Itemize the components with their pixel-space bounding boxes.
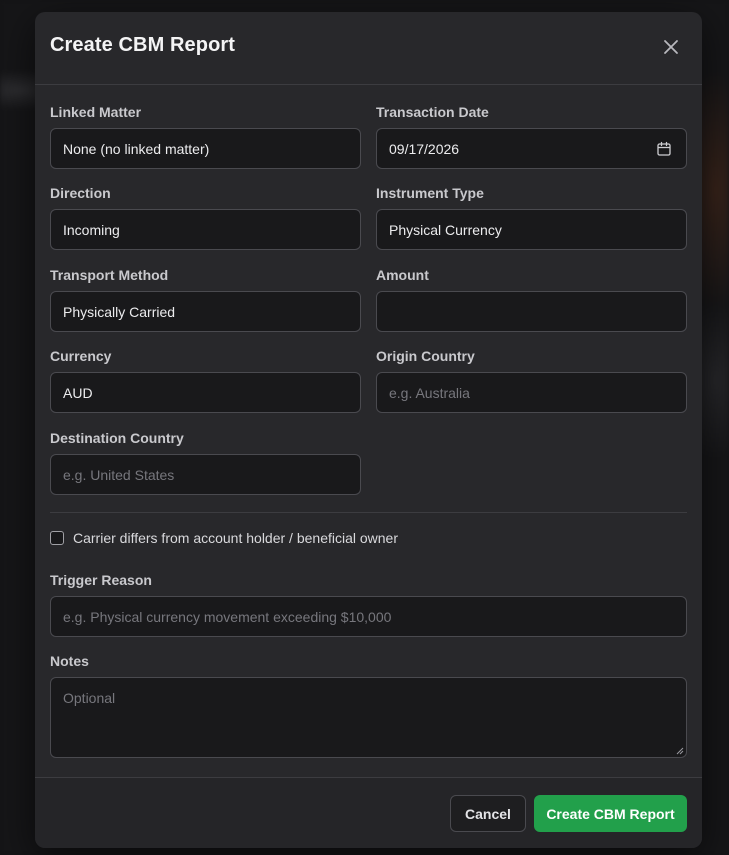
trigger-reason-placeholder: e.g. Physical currency movement exceedin… [63,608,392,625]
transport-method-field: Transport Method Physically Carried [50,267,361,332]
notes-field: Notes Optional [50,653,687,758]
instrument-type-select[interactable]: Physical Currency [376,209,687,250]
linked-matter-value: None (no linked matter) [63,140,210,157]
linked-matter-field: Linked Matter None (no linked matter) [50,104,361,169]
cancel-button[interactable]: Cancel [450,795,526,832]
amount-input[interactable] [376,291,687,332]
resize-grip-icon[interactable] [676,747,684,755]
transaction-date-field: Transaction Date 09/17/2026 [376,104,687,169]
currency-select[interactable]: AUD [50,372,361,413]
create-cbm-report-button[interactable]: Create CBM Report [534,795,687,832]
origin-country-label: Origin Country [376,348,475,364]
direction-field: Direction Incoming [50,185,361,250]
trigger-reason-label: Trigger Reason [50,572,152,588]
instrument-type-label: Instrument Type [376,185,484,201]
carrier-differs-label[interactable]: Carrier differs from account holder / be… [73,530,398,546]
currency-label: Currency [50,348,112,364]
transport-method-value: Physically Carried [63,303,176,320]
close-button[interactable] [658,34,684,60]
destination-country-field: Destination Country e.g. United States [50,430,361,495]
create-cbm-report-dialog: Create CBM Report Linked Matter None (no… [35,12,702,848]
notes-placeholder: Optional [63,690,116,706]
carrier-differs-checkbox[interactable] [50,531,64,545]
transaction-date-input[interactable]: 09/17/2026 [376,128,687,169]
notes-textarea[interactable]: Optional [50,677,687,758]
direction-select[interactable]: Incoming [50,209,361,250]
destination-country-label: Destination Country [50,430,184,446]
origin-country-placeholder: e.g. Australia [389,384,470,401]
origin-country-input[interactable]: e.g. Australia [376,372,687,413]
dialog-title: Create CBM Report [50,34,236,56]
instrument-type-value: Physical Currency [389,221,502,238]
linked-matter-select[interactable]: None (no linked matter) [50,128,361,169]
linked-matter-label: Linked Matter [50,104,142,120]
currency-value: AUD [63,384,93,401]
notes-label: Notes [50,653,89,669]
direction-value: Incoming [63,221,120,238]
currency-field: Currency AUD [50,348,361,413]
calendar-icon[interactable] [656,141,672,157]
destination-country-input[interactable]: e.g. United States [50,454,361,495]
transaction-date-value: 09/17/2026 [389,140,460,157]
direction-label: Direction [50,185,111,201]
dialog-header: Create CBM Report [35,12,702,85]
section-divider [50,512,687,513]
destination-country-placeholder: e.g. United States [63,466,175,483]
origin-country-field: Origin Country e.g. Australia [376,348,687,413]
trigger-reason-field: Trigger Reason e.g. Physical currency mo… [50,572,687,637]
instrument-type-field: Instrument Type Physical Currency [376,185,687,250]
trigger-reason-input[interactable]: e.g. Physical currency movement exceedin… [50,596,687,637]
amount-field: Amount [376,267,687,332]
carrier-differs-row: Carrier differs from account holder / be… [50,530,398,546]
amount-label: Amount [376,267,429,283]
transport-method-select[interactable]: Physically Carried [50,291,361,332]
dialog-footer: Cancel Create CBM Report [35,777,702,848]
transport-method-label: Transport Method [50,267,169,283]
transaction-date-label: Transaction Date [376,104,489,120]
close-icon [664,40,678,54]
